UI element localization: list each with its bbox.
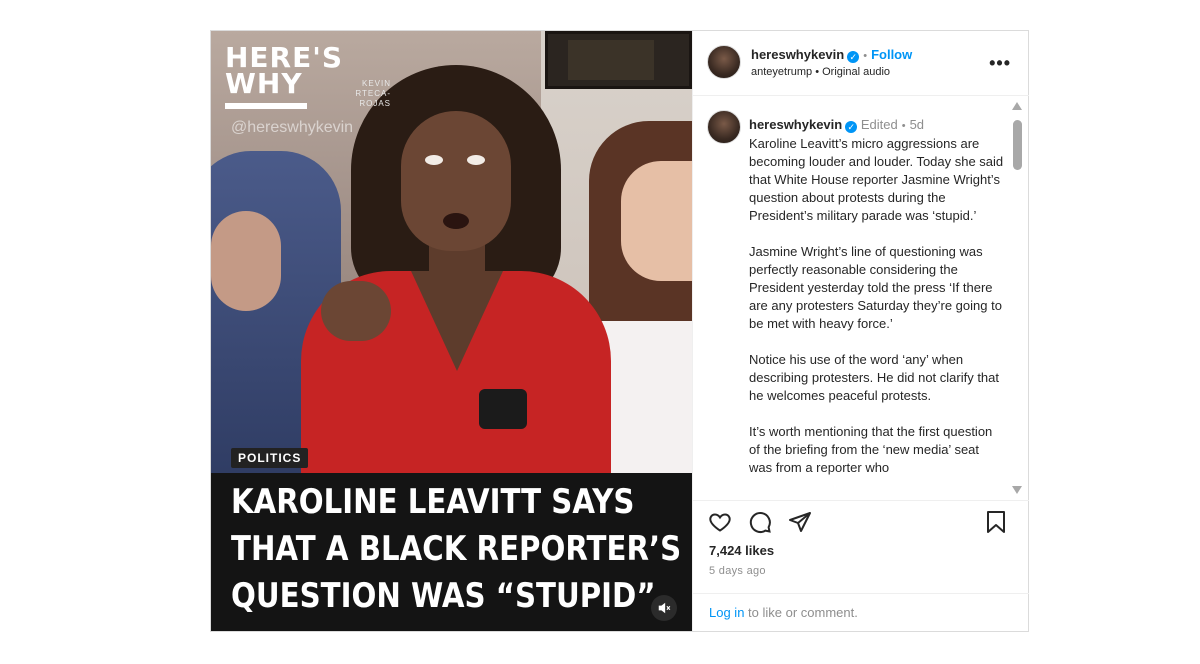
- headline-line: THAT A BLACK REPORTER’S: [231, 529, 682, 569]
- bookmark-icon[interactable]: [983, 509, 1009, 535]
- action-bar: [707, 509, 1017, 535]
- caption-paragraph: It’s worth mentioning that the first que…: [749, 424, 993, 475]
- handle-watermark: @hereswhykevin: [231, 119, 354, 136]
- post-header: hereswhykevin ✓ • Follow anteyetrump • Orig…: [693, 31, 1029, 96]
- instagram-post: HERE'S WHY KEVIN RTECA-ROJAS @hereswhyke…: [210, 30, 1029, 632]
- caption: hereswhykevin ✓ Edited • 5d Karoline Leavit…: [749, 117, 1004, 477]
- audio-user[interactable]: anteyetrump: [751, 66, 812, 78]
- caption-paragraph: Karoline Leavitt’s micro aggressions are…: [749, 136, 1004, 223]
- caption-area[interactable]: hereswhykevin ✓ Edited • 5d Karoline Leavit…: [693, 96, 1029, 501]
- verified-badge-icon: ✓: [847, 51, 860, 63]
- caption-paragraph: Jasmine Wright’s line of questioning was…: [749, 244, 1002, 331]
- side-panel: hereswhykevin ✓ • Follow anteyetrump • Orig…: [692, 31, 1029, 631]
- caption-username[interactable]: hereswhykevin: [749, 117, 842, 132]
- post-photo: HERE'S WHY KEVIN RTECA-ROJAS @hereswhyke…: [211, 31, 692, 473]
- scrollbar-thumb[interactable]: [1013, 120, 1022, 170]
- login-link[interactable]: Log in: [709, 605, 744, 620]
- login-text: to like or comment.: [744, 605, 858, 620]
- follow-button[interactable]: Follow: [871, 47, 912, 62]
- caption-age[interactable]: 5d: [910, 117, 924, 132]
- share-icon[interactable]: [787, 509, 813, 535]
- audio-label[interactable]: Original audio: [822, 66, 890, 78]
- comment-icon[interactable]: [747, 509, 773, 535]
- post-footer: Log in to like or comment.: [693, 593, 1029, 632]
- caption-avatar[interactable]: [707, 110, 741, 144]
- scroll-down-icon[interactable]: [1012, 486, 1022, 494]
- heart-icon[interactable]: [707, 509, 733, 535]
- scroll-up-icon[interactable]: [1012, 102, 1022, 110]
- post-time[interactable]: 5 days ago: [709, 565, 766, 577]
- brand-subtitle: KEVIN RTECA-ROJAS: [355, 79, 391, 108]
- headline-line: QUESTION WAS “STUPID”: [231, 576, 656, 616]
- wall-frame: [545, 31, 692, 89]
- post-media[interactable]: HERE'S WHY KEVIN RTECA-ROJAS @hereswhyke…: [211, 31, 692, 631]
- verified-badge-icon: ✓: [845, 121, 858, 133]
- subject-face: [401, 111, 511, 251]
- header-username[interactable]: hereswhykevin: [751, 47, 844, 62]
- edited-label: Edited: [860, 117, 898, 132]
- caption-paragraph: Notice his use of the word ‘any’ when de…: [749, 352, 1000, 403]
- avatar[interactable]: [707, 45, 741, 79]
- scrollbar[interactable]: [1011, 102, 1023, 494]
- more-options-icon[interactable]: •••: [989, 53, 1011, 74]
- headline: KAROLINE LEAVITT SAYS THAT A BLACK REPOR…: [231, 479, 682, 620]
- phone: [479, 389, 527, 429]
- brand-logo: HERE'S WHY: [225, 44, 343, 109]
- speaker-muted-icon[interactable]: [651, 595, 677, 621]
- category-badge: POLITICS: [231, 448, 309, 468]
- likes-count[interactable]: 7,424 likes: [709, 543, 774, 558]
- caption-body: Karoline Leavitt’s micro aggressions are…: [749, 135, 1004, 477]
- brand-line-2: WHY: [225, 67, 303, 100]
- headline-line: KAROLINE LEAVITT SAYS: [231, 482, 635, 522]
